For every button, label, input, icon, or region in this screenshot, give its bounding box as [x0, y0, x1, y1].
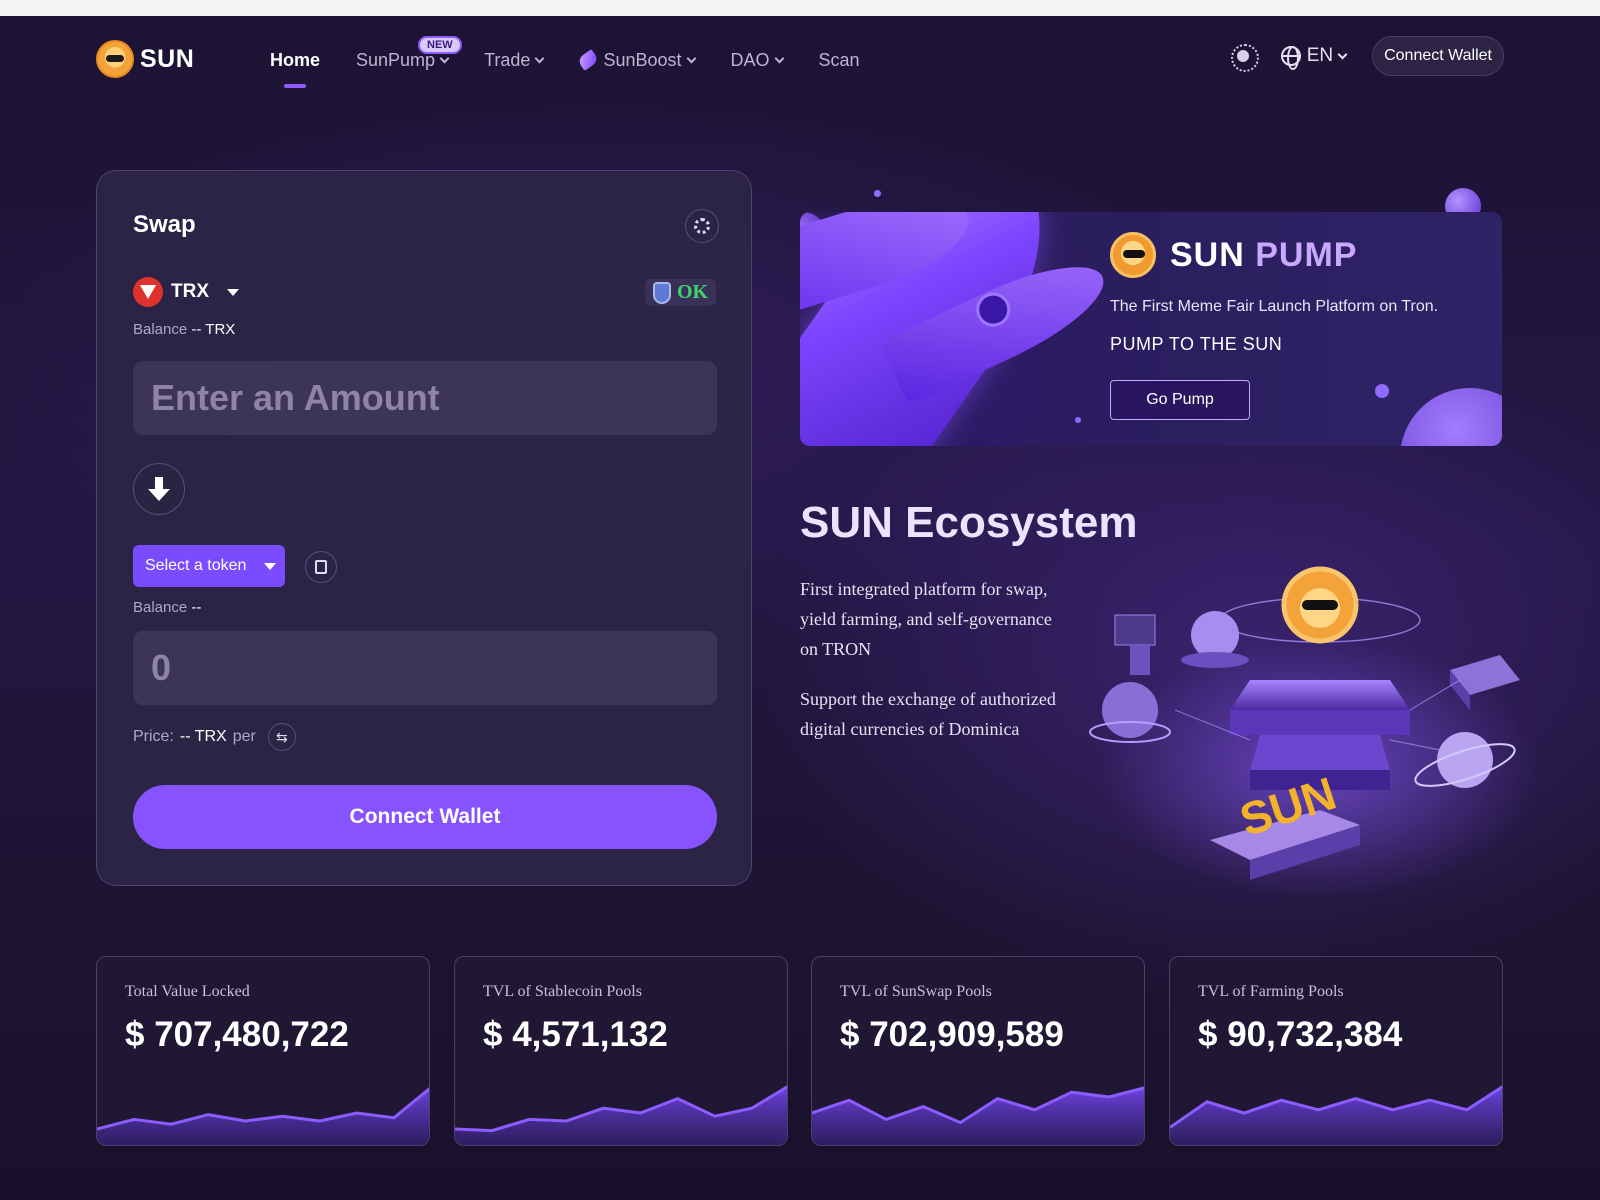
swap-card: Swap TRX OK Balance -- TRX Enter an Amou…: [96, 170, 752, 886]
nav-right: EN Connect Wallet: [1230, 36, 1504, 76]
stat-card-stablecoin-pools: TVL of Stablecoin Pools $ 4,571,132: [454, 956, 788, 1146]
price-value: -- TRX: [179, 728, 227, 745]
stat-sparkline: [455, 1085, 787, 1145]
browser-top-strip: [0, 0, 1600, 16]
select-token-button[interactable]: Select a token: [133, 545, 285, 587]
swap-price-direction-icon[interactable]: ⇆: [267, 723, 296, 751]
globe-icon: [1280, 46, 1301, 70]
chevron-down-icon: [439, 53, 450, 63]
price-label: Price:: [133, 728, 174, 745]
nav-item-label: DAO: [730, 49, 770, 70]
theme-toggle-sun-icon[interactable]: [1230, 44, 1259, 72]
nav-item-label: Trade: [484, 49, 531, 70]
from-amount-input[interactable]: Enter an Amount: [133, 361, 717, 435]
sunpump-coin-icon: [1110, 232, 1156, 278]
stat-label: TVL of SunSwap Pools: [840, 983, 992, 1000]
nav-item-label: Home: [270, 49, 321, 70]
price-per: per: [232, 728, 256, 745]
rocket-fin: [800, 212, 980, 320]
planet-decoration: [1400, 388, 1502, 446]
sunpump-title: SUN PUMP: [1170, 236, 1357, 275]
swap-title: Swap: [133, 211, 196, 238]
select-token-label: Select a token: [145, 557, 247, 574]
settings-button[interactable]: [685, 209, 719, 243]
chevron-down-icon: [686, 53, 696, 63]
chevron-down-icon: [1337, 49, 1348, 59]
nav-connect-wallet-button[interactable]: Connect Wallet: [1372, 36, 1504, 76]
stat-value: $ 707,480,722: [125, 1015, 349, 1054]
nav-item-sunpump[interactable]: NEW SunPump: [356, 36, 462, 74]
new-badge: NEW: [418, 36, 462, 54]
ok-label: OK: [677, 281, 709, 303]
stat-label: Total Value Locked: [125, 983, 250, 1000]
stat-card-farming-pools: TVL of Farming Pools $ 90,732,384: [1169, 956, 1503, 1146]
banner-subtitle: The First Meme Fair Launch Platform on T…: [1110, 298, 1439, 315]
sunpump-title-sun: SUN: [1170, 235, 1245, 274]
from-balance: Balance -- TRX: [133, 321, 235, 338]
stat-label: TVL of Farming Pools: [1198, 983, 1344, 1000]
to-balance-value: --: [191, 599, 202, 616]
language-selector[interactable]: EN: [1280, 45, 1348, 70]
from-balance-value: -- TRX: [191, 321, 236, 338]
nav-item-dao[interactable]: DAO: [730, 46, 784, 74]
gear-icon: [694, 218, 710, 234]
sun-logo-icon: [96, 40, 134, 78]
nav-item-trade[interactable]: Trade: [484, 46, 545, 74]
from-token-selector[interactable]: TRX: [133, 277, 239, 307]
star-decoration: [1375, 384, 1389, 398]
arrow-down-icon: [148, 477, 170, 501]
from-balance-label: Balance: [133, 321, 188, 338]
ecosystem-description-2: Support the exchange of authorized digit…: [800, 689, 1056, 739]
nav-item-scan[interactable]: Scan: [819, 46, 860, 74]
to-balance-label: Balance: [133, 599, 188, 616]
star-decoration: [1075, 417, 1081, 423]
to-balance: Balance --: [133, 599, 201, 616]
stat-sparkline: [97, 1087, 429, 1145]
document-search-icon: [315, 560, 327, 574]
nav-item-label: Scan: [818, 49, 860, 70]
sunpump-title-pump: PUMP: [1255, 235, 1358, 274]
token-search-button[interactable]: [305, 551, 337, 583]
ecosystem-title: SUN Ecosystem: [800, 498, 1138, 547]
sparkline-area: [455, 1087, 787, 1145]
stat-sparkline: [1170, 1085, 1502, 1145]
stat-value: $ 702,909,589: [840, 1015, 1064, 1054]
rocket-icon: [577, 49, 600, 71]
switch-direction-button[interactable]: [133, 463, 185, 515]
shield-icon: [653, 281, 671, 304]
nav-item-label: SunBoost: [603, 49, 682, 70]
star-decoration: [874, 190, 881, 197]
sparkline-area: [1170, 1087, 1502, 1145]
chevron-down-icon: [534, 53, 545, 63]
stat-label: TVL of Stablecoin Pools: [483, 983, 642, 1000]
logo-text: SUN: [140, 44, 195, 73]
chevron-down-icon: [774, 53, 784, 63]
ecosystem-illustration: SUN: [1089, 566, 1540, 900]
trx-token-icon: [133, 277, 163, 307]
from-token-name: TRX: [171, 281, 209, 302]
language-label: EN: [1306, 45, 1334, 66]
sun-logo[interactable]: SUN: [96, 40, 194, 78]
caret-down-icon: [264, 562, 277, 570]
nav-item-home[interactable]: Home: [270, 46, 320, 74]
nav-menu: Home NEW SunPump Trade SunBoost DAO Scan: [270, 36, 896, 74]
go-pump-button[interactable]: Go Pump: [1110, 380, 1250, 420]
sunpump-banner[interactable]: SUN PUMP The First Meme Fair Launch Plat…: [800, 212, 1502, 446]
nav-item-sunboost[interactable]: SunBoost: [577, 46, 696, 74]
rocket-illustration: [800, 212, 1118, 446]
stat-card-sunswap-pools: TVL of SunSwap Pools $ 702,909,589: [811, 956, 1145, 1146]
connect-wallet-button[interactable]: Connect Wallet: [133, 785, 717, 849]
stat-value: $ 4,571,132: [483, 1015, 668, 1054]
stat-card-total-value-locked: Total Value Locked $ 707,480,722: [96, 956, 430, 1146]
sunpump-logo: SUN PUMP: [1110, 232, 1357, 278]
stat-sparkline: [812, 1086, 1144, 1145]
ecosystem-description-1: First integrated platform for swap, yiel…: [800, 579, 1052, 659]
security-ok-badge[interactable]: OK: [645, 279, 717, 306]
caret-down-icon: [227, 288, 239, 296]
banner-tagline: PUMP TO THE SUN: [1110, 334, 1283, 354]
to-amount-input[interactable]: 0: [133, 631, 717, 705]
top-navigation: SUN Home NEW SunPump Trade SunBoost DAO …: [0, 16, 1600, 106]
price-row: Price: -- TRX per ⇆: [133, 723, 296, 751]
stat-value: $ 90,732,384: [1198, 1015, 1403, 1054]
